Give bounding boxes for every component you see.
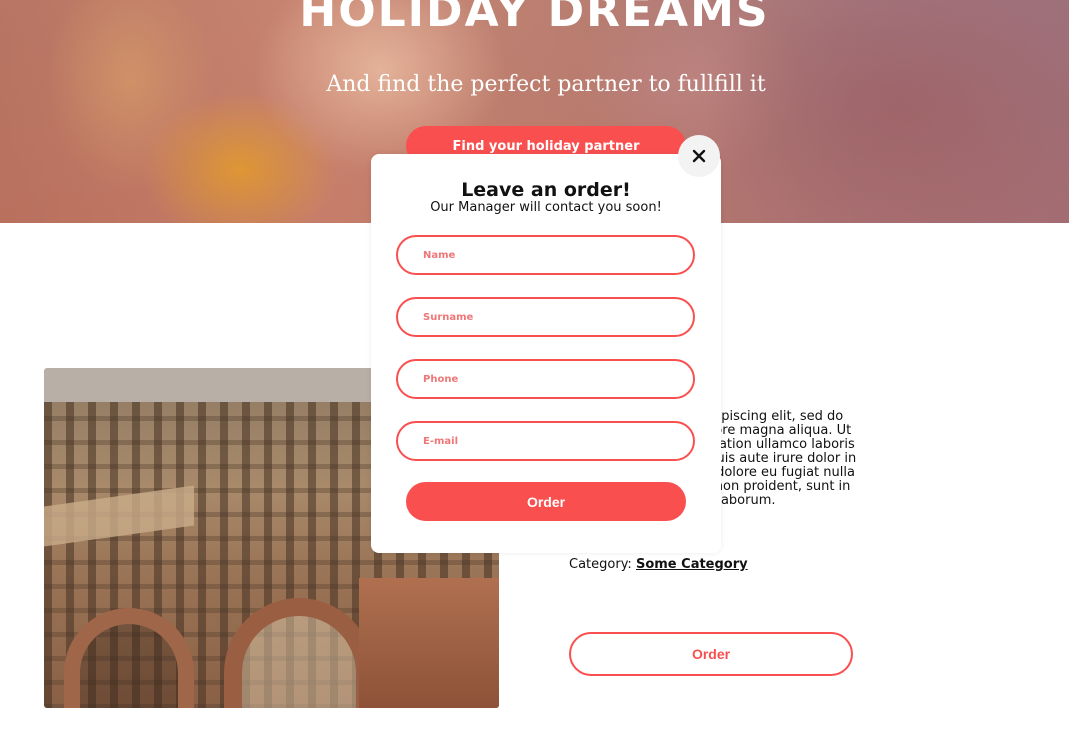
product-category: Category: Some Category [569,557,748,572]
category-link[interactable]: Some Category [636,557,748,572]
image-wall-shape [359,578,499,708]
modal-order-button[interactable]: Order [406,482,686,521]
modal-title: Leave an order! [461,179,631,201]
order-modal: Leave an order! Our Manager will contact… [371,154,721,553]
image-floor-shape [44,485,194,547]
email-input[interactable] [396,421,695,461]
phone-input[interactable] [396,359,695,399]
name-input[interactable] [396,235,695,275]
image-arch-shape [224,598,374,708]
image-arch-shape [64,608,194,708]
close-icon [692,149,706,163]
category-label: Category: [569,557,632,572]
hero-title: HOLIDAY DREAMS [299,0,770,37]
product-order-button[interactable]: Order [569,632,853,676]
modal-subtitle: Our Manager will contact you soon! [430,200,662,215]
close-modal-button[interactable] [678,135,720,177]
surname-input[interactable] [396,297,695,337]
hero-subtitle: And find the perfect partner to fullfill… [326,72,766,97]
